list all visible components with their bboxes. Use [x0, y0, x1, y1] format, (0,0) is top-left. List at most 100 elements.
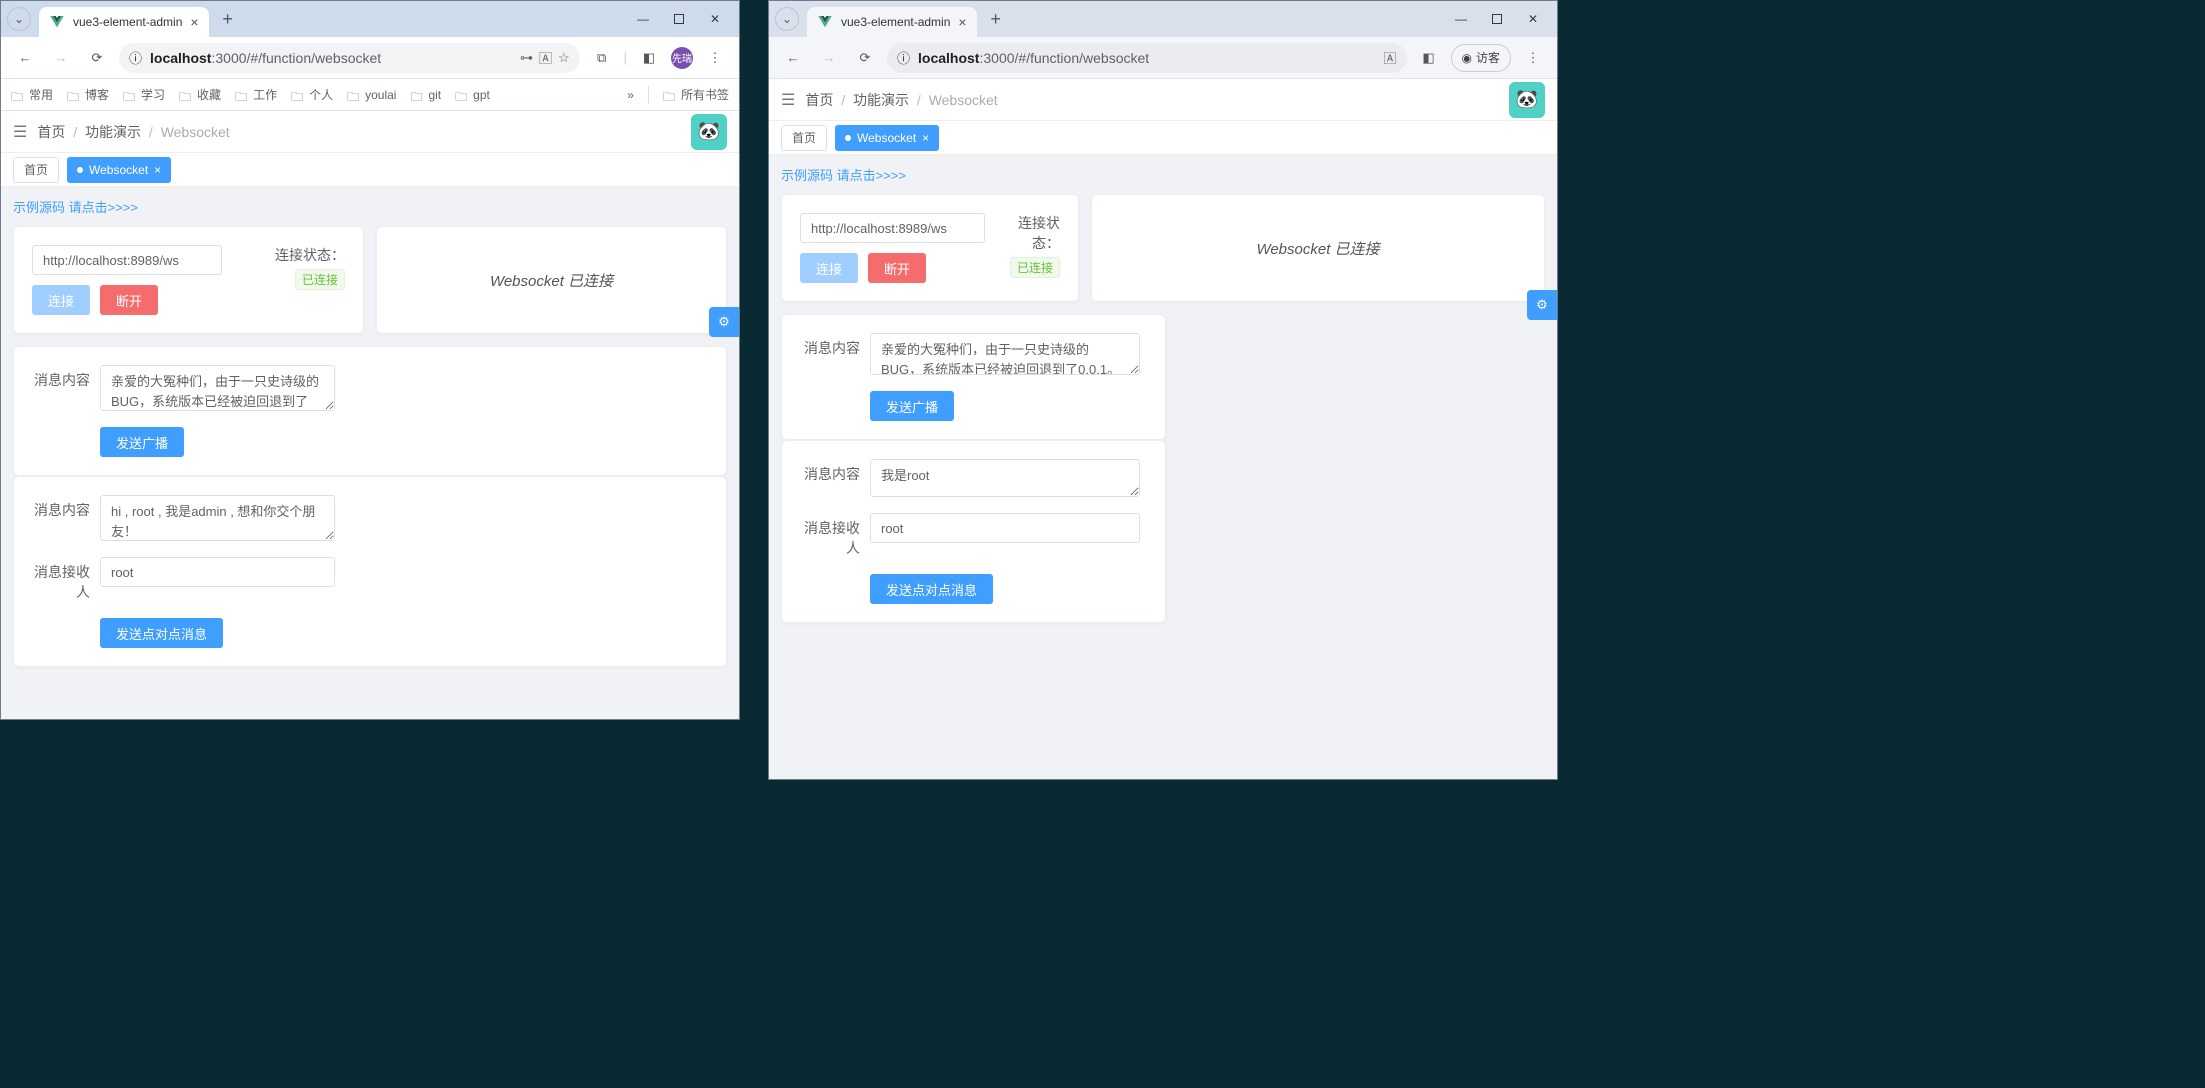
tab-title: vue3-element-admin	[73, 15, 182, 29]
maximize-button[interactable]	[1479, 5, 1515, 33]
browser-tab-active[interactable]: vue3-element-admin ×	[807, 7, 977, 37]
page-content: 示例源码 请点击>>>> 连接 断开	[1, 187, 739, 719]
minimize-button[interactable]: —	[625, 5, 661, 33]
folder-icon: 🗀	[179, 88, 193, 102]
bookmark-folder[interactable]: 🗀学习	[123, 86, 165, 103]
forward-button[interactable]: →	[815, 44, 843, 72]
tab-home[interactable]: 首页	[781, 125, 827, 151]
source-code-link[interactable]: 示例源码 请点击>>>>	[781, 165, 1545, 184]
bookmarks-overflow[interactable]: »	[627, 88, 634, 102]
extensions-button[interactable]: ⧉	[588, 44, 616, 72]
tab-home[interactable]: 首页	[13, 157, 59, 183]
close-icon[interactable]: ×	[154, 163, 161, 177]
folder-icon: 🗀	[410, 88, 424, 102]
bookmark-folder[interactable]: 🗀常用	[11, 86, 53, 103]
circle-icon	[77, 167, 83, 173]
p2p-content-textarea[interactable]: 我是root	[870, 459, 1140, 497]
folder-icon: 🗀	[455, 88, 469, 102]
p2p-recipient-input[interactable]	[100, 557, 335, 587]
folder-icon: 🗀	[67, 88, 81, 102]
sidepanel-button[interactable]: ◧	[635, 44, 663, 72]
guest-profile-pill[interactable]: ◉ 访客	[1451, 44, 1512, 72]
disconnect-button[interactable]: 断开	[100, 285, 158, 315]
close-icon[interactable]: ×	[190, 14, 198, 30]
close-window-button[interactable]: ✕	[1515, 5, 1551, 33]
view-tabs: 首页 Websocket ×	[1, 153, 739, 187]
source-code-link[interactable]: 示例源码 请点击>>>>	[13, 197, 727, 216]
connection-card: 连接 断开 连接状态： 已连接	[781, 194, 1079, 302]
back-button[interactable]: ←	[11, 44, 39, 72]
bookmark-star-icon[interactable]: ☆	[558, 50, 570, 66]
forward-button[interactable]: →	[47, 44, 75, 72]
reload-button[interactable]: ⟳	[851, 44, 879, 72]
address-bar[interactable]: ⓘ localhost:3000/#/function/websocket 🄰	[887, 43, 1407, 73]
folder-icon: 🗀	[347, 88, 361, 102]
bookmark-folder[interactable]: 🗀个人	[291, 86, 333, 103]
profile-avatar[interactable]: 先瑞	[671, 47, 693, 69]
new-tab-button[interactable]: +	[215, 6, 241, 32]
close-window-button[interactable]: ✕	[697, 5, 733, 33]
disconnect-button[interactable]: 断开	[868, 253, 926, 283]
address-bar[interactable]: ⓘ localhost:3000/#/function/websocket ⊶ …	[119, 43, 580, 73]
sidepanel-button[interactable]: ◧	[1415, 44, 1443, 72]
window-titlebar: ⌄ vue3-element-admin × + — ✕	[769, 1, 1557, 37]
url-text: localhost:3000/#/function/websocket	[918, 50, 1149, 66]
connect-button[interactable]: 连接	[32, 285, 90, 315]
minimize-button[interactable]: —	[1443, 5, 1479, 33]
settings-fab[interactable]: ⚙	[1527, 290, 1557, 320]
all-bookmarks[interactable]: 🗀所有书签	[663, 86, 729, 103]
connection-status-tag: 已连接	[1010, 257, 1060, 278]
status-banner-text: Websocket 已连接	[1256, 238, 1379, 259]
connection-status-label: 连接状态：	[1003, 213, 1060, 253]
status-banner-text: Websocket 已连接	[490, 270, 613, 291]
bookmark-folder[interactable]: 🗀博客	[67, 86, 109, 103]
back-button[interactable]: ←	[779, 44, 807, 72]
bookmark-folder[interactable]: 🗀git	[410, 88, 441, 102]
password-key-icon[interactable]: ⊶	[520, 50, 533, 66]
breadcrumb-home[interactable]: 首页	[37, 124, 65, 140]
chrome-menu-button[interactable]: ⋮	[701, 44, 729, 72]
browser-tab-active[interactable]: vue3-element-admin ×	[39, 7, 209, 37]
tab-search-dropdown[interactable]: ⌄	[775, 7, 799, 31]
bookmark-folder[interactable]: 🗀youlai	[347, 88, 396, 102]
send-broadcast-button[interactable]: 发送广播	[870, 391, 954, 421]
websocket-url-input[interactable]	[32, 245, 222, 275]
vue-icon	[817, 14, 833, 30]
close-icon[interactable]: ×	[958, 14, 966, 30]
p2p-content-textarea[interactable]: hi , root , 我是admin , 想和你交个朋友！	[100, 495, 335, 541]
translate-icon[interactable]: 🄰	[539, 48, 552, 67]
close-icon[interactable]: ×	[922, 131, 929, 145]
reload-button[interactable]: ⟳	[83, 44, 111, 72]
websocket-url-input[interactable]	[800, 213, 985, 243]
tab-websocket[interactable]: Websocket ×	[67, 157, 171, 183]
breadcrumb-demo[interactable]: 功能演示	[85, 124, 141, 140]
gear-icon: ⚙	[1536, 297, 1548, 313]
chrome-menu-button[interactable]: ⋮	[1519, 44, 1547, 72]
send-p2p-button[interactable]: 发送点对点消息	[870, 574, 993, 604]
broadcast-textarea[interactable]: 亲爱的大冤种们，由于一只史诗级的BUG，系统版本已经被迫回退到了0.0.1。	[870, 333, 1140, 375]
connect-button[interactable]: 连接	[800, 253, 858, 283]
breadcrumb-demo[interactable]: 功能演示	[853, 92, 909, 108]
bookmark-folder[interactable]: 🗀工作	[235, 86, 277, 103]
sidebar-toggle-icon[interactable]: ☰	[781, 90, 795, 110]
user-avatar[interactable]: 🐼	[691, 114, 727, 150]
settings-fab[interactable]: ⚙	[709, 307, 739, 337]
p2p-recipient-input[interactable]	[870, 513, 1140, 543]
tab-websocket[interactable]: Websocket ×	[835, 125, 939, 151]
user-avatar[interactable]: 🐼	[1509, 82, 1545, 118]
send-broadcast-button[interactable]: 发送广播	[100, 427, 184, 457]
tab-search-dropdown[interactable]: ⌄	[7, 7, 31, 31]
p2p-card: 消息内容 hi , root , 我是admin , 想和你交个朋友！ 消息接收…	[13, 476, 727, 667]
bookmark-folder[interactable]: 🗀收藏	[179, 86, 221, 103]
translate-icon[interactable]: 🄰	[1383, 48, 1396, 67]
site-info-icon[interactable]: ⓘ	[129, 48, 142, 67]
send-p2p-button[interactable]: 发送点对点消息	[100, 618, 223, 648]
sidebar-toggle-icon[interactable]: ☰	[13, 122, 27, 142]
site-info-icon[interactable]: ⓘ	[897, 48, 910, 67]
bookmark-folder[interactable]: 🗀gpt	[455, 88, 490, 102]
new-tab-button[interactable]: +	[983, 6, 1009, 32]
breadcrumb-home[interactable]: 首页	[805, 92, 833, 108]
maximize-button[interactable]	[661, 5, 697, 33]
broadcast-textarea[interactable]: 亲爱的大冤种们，由于一只史诗级的BUG，系统版本已经被迫回退到了	[100, 365, 335, 411]
p2p-recipient-label: 消息接收人	[800, 513, 870, 558]
